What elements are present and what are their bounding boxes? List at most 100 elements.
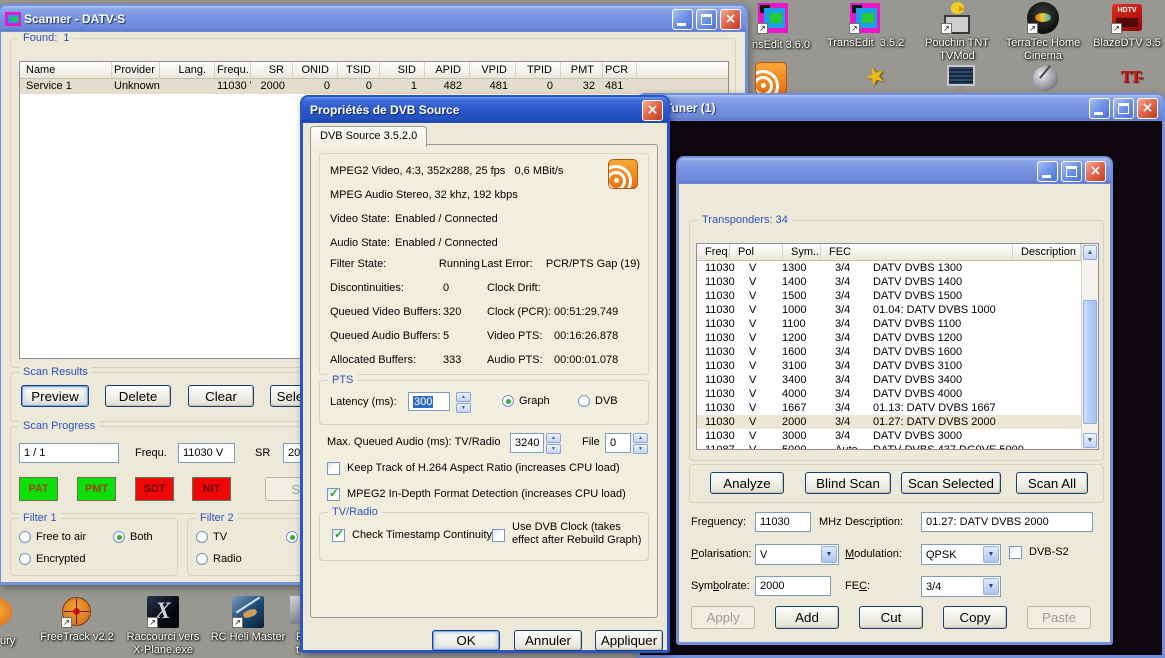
frequency-field[interactable]: 11030: [755, 512, 811, 532]
chevron-down-icon[interactable]: ▼: [821, 546, 837, 563]
header-cell[interactable]: Pol: [730, 244, 783, 260]
header-cell[interactable]: PMT: [561, 62, 603, 78]
modulation-select[interactable]: QPSK▼: [921, 544, 1001, 565]
paste-button[interactable]: Paste: [1027, 606, 1091, 629]
encrypted-radio[interactable]: Encrypted: [19, 553, 86, 565]
technotrend-icon[interactable]: TT-: [1115, 62, 1147, 94]
header-cell[interactable]: PCR: [603, 62, 637, 78]
dvbsource-icon[interactable]: [755, 62, 787, 94]
frequ-field[interactable]: 11030 V: [178, 443, 235, 463]
transponder-row[interactable]: 11030 V 1200 3/4 DATV DVBS 1200: [697, 331, 1081, 345]
scroll-down-icon[interactable]: ▼: [1083, 433, 1097, 448]
header-cell[interactable]: TPID: [516, 62, 561, 78]
scan-all-button[interactable]: Scan All: [1016, 472, 1088, 494]
desktop-icon-blazedtv[interactable]: HDTV ↗ BlazeDTV 3.5: [1089, 2, 1165, 50]
minimize-button[interactable]: [1089, 98, 1110, 119]
ok-button[interactable]: OK: [432, 630, 500, 651]
transponder-row[interactable]: 11030 V 1300 3/4 DATV DVBS 1300: [697, 261, 1081, 275]
scroll-up-icon[interactable]: ▲: [1083, 245, 1097, 260]
header-cell[interactable]: Description: [1013, 244, 1081, 260]
transponder-row[interactable]: 11030 V 4000 3/4 DATV DVBS 4000: [697, 387, 1081, 401]
delete-button[interactable]: Delete: [105, 385, 171, 407]
header-cell[interactable]: Freq...: [697, 244, 730, 260]
tab-dvb-source[interactable]: DVB Source 3.5.2.0: [310, 126, 427, 147]
desktop-icon-pouchin[interactable]: ↗ Pouchin TNTTVMod: [919, 2, 995, 63]
transponder-row[interactable]: 11030 V 1500 3/4 DATV DVBS 1500: [697, 289, 1081, 303]
timestamp-checkbox[interactable]: Check Timestamp Continuity: [332, 529, 492, 542]
description-field[interactable]: 01.27: DATV DVBS 2000: [921, 512, 1093, 532]
settings-titlebar[interactable]: ×: [678, 158, 1111, 184]
desktop-icon-terratec[interactable]: ↗ TerraTec HomeCinema: [1005, 2, 1081, 63]
file-field[interactable]: 0: [605, 433, 631, 453]
service-row[interactable]: Service 1Unknown11030 V20000014824810324…: [20, 79, 728, 94]
transponder-row[interactable]: 11087 V 5000 Auto DATV DVBS 437 DG0VE 50…: [697, 443, 1081, 449]
analyze-button[interactable]: Analyze: [710, 472, 784, 494]
transponder-row[interactable]: 11030 V 3400 3/4 DATV DVBS 3400: [697, 373, 1081, 387]
graph-radio[interactable]: Graph: [502, 395, 550, 407]
chevron-down-icon[interactable]: ▼: [983, 578, 999, 595]
close-button[interactable]: ×: [1137, 98, 1158, 119]
cut-button[interactable]: Cut: [859, 606, 923, 629]
cancel-button[interactable]: Annuler: [514, 630, 582, 651]
dialog-titlebar[interactable]: Propriétés de DVB Source ×: [302, 97, 668, 123]
scrollbar[interactable]: ▲ ▼: [1081, 244, 1098, 449]
transponder-row[interactable]: 11030 V 3100 3/4 DATV DVBS 3100: [697, 359, 1081, 373]
header-cell[interactable]: Lang.: [160, 62, 215, 78]
header-cell[interactable]: Provider: [112, 62, 160, 78]
both-radio[interactable]: Both: [113, 531, 153, 543]
header-cell[interactable]: Name: [20, 62, 112, 78]
apply-button[interactable]: Appliquer: [595, 630, 663, 651]
desktop-icon-freetrack[interactable]: ↗ FreeTrack v2.2: [27, 596, 127, 644]
transedit-360-icon[interactable]: ↗: [757, 2, 789, 34]
transponder-row[interactable]: 11030 V 2000 3/4 01.27: DATV DVBS 2000: [697, 415, 1081, 429]
apply-button[interactable]: Apply: [691, 606, 755, 629]
fec-select[interactable]: 3/4▼: [921, 576, 1001, 597]
desktop-icon-transedit-360[interactable]: nsEdit 3.6.0: [744, 36, 818, 52]
header-cell[interactable]: SID: [380, 62, 425, 78]
latency-stepper[interactable]: ▲▼: [456, 392, 471, 411]
desktop-icon-transedit-352[interactable]: ↗ TransEdit 3.5.2: [827, 2, 903, 50]
header-cell[interactable]: TSID: [338, 62, 380, 78]
progress-field[interactable]: 1 / 1: [19, 443, 119, 463]
scroll-thumb[interactable]: [1083, 300, 1097, 424]
header-cell[interactable]: SR: [251, 62, 293, 78]
max-queued-tv-stepper[interactable]: ▲▼: [546, 433, 561, 453]
dvb-radio[interactable]: DVB: [578, 395, 618, 407]
copy-button[interactable]: Copy: [943, 606, 1007, 629]
minimize-button[interactable]: [672, 9, 693, 30]
polarisation-select[interactable]: V▼: [755, 544, 839, 565]
blind-scan-button[interactable]: Blind Scan: [805, 472, 891, 494]
symbolrate-field[interactable]: 2000: [755, 576, 831, 596]
scan-selected-button[interactable]: Scan Selected: [901, 472, 1001, 494]
max-queued-tv-field[interactable]: 3240: [510, 433, 544, 453]
transponders-list[interactable]: Freq...PolSym...FECDescription 11030 V 1…: [696, 243, 1099, 450]
tuner-titlebar[interactable]: Tuner (1) ×: [639, 95, 1163, 121]
maximize-button[interactable]: [1113, 98, 1134, 119]
free-to-air-radio[interactable]: Free to air: [19, 531, 86, 543]
close-button[interactable]: ×: [720, 9, 741, 30]
transponder-row[interactable]: 11030 V 1667 3/4 01.13: DATV DVBS 1667: [697, 401, 1081, 415]
latency-field[interactable]: 300: [408, 392, 450, 411]
transponder-row[interactable]: 11030 V 1400 3/4 DATV DVBS 1400: [697, 275, 1081, 289]
close-button[interactable]: ×: [642, 100, 663, 121]
magic-wand-icon[interactable]: ★: [860, 62, 892, 94]
mpeg2-checkbox[interactable]: MPEG2 In-Depth Format Detection (increas…: [327, 488, 647, 501]
h264-checkbox[interactable]: Keep Track of H.264 Aspect Ratio (increa…: [327, 462, 647, 475]
file-stepper[interactable]: ▲▼: [633, 433, 648, 453]
close-button[interactable]: ×: [1085, 161, 1106, 182]
monitor-icon[interactable]: [945, 62, 977, 94]
satellite-dish-icon[interactable]: [1030, 62, 1062, 94]
header-cell[interactable]: VPID: [470, 62, 516, 78]
maximize-button[interactable]: [696, 9, 717, 30]
chevron-down-icon[interactable]: ▼: [983, 546, 999, 563]
transponder-row[interactable]: 11030 V 1600 3/4 DATV DVBS 1600: [697, 345, 1081, 359]
header-cell[interactable]: APID: [425, 62, 470, 78]
radio-radio[interactable]: Radio: [196, 553, 242, 565]
preview-button[interactable]: Preview: [21, 385, 89, 407]
transponder-row[interactable]: 11030 V 1100 3/4 DATV DVBS 1100: [697, 317, 1081, 331]
maximize-button[interactable]: [1061, 161, 1082, 182]
header-cell[interactable]: FEC: [821, 244, 1013, 260]
scanner-titlebar[interactable]: Scanner - DATV-S ×: [0, 6, 746, 32]
transponder-row[interactable]: 11030 V 3000 3/4 DATV DVBS 3000: [697, 429, 1081, 443]
add-button[interactable]: Add: [775, 606, 839, 629]
